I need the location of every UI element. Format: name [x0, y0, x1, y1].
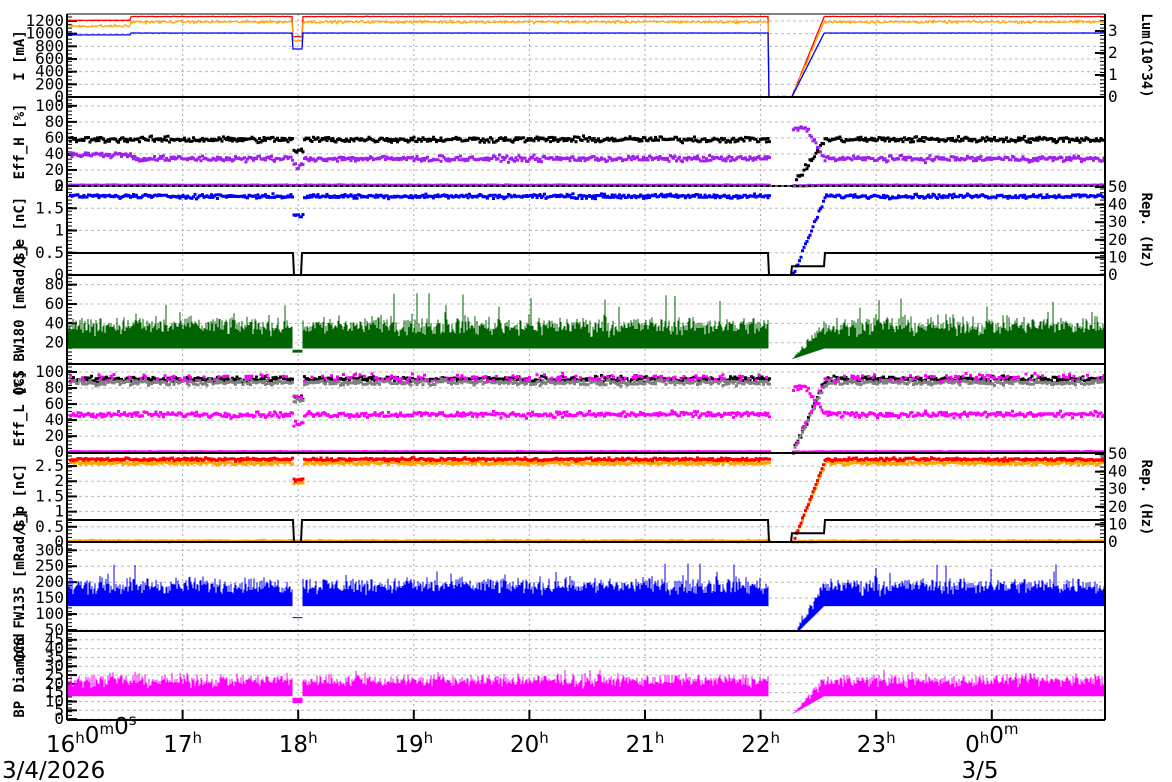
right-y-tick-label: 20	[1108, 497, 1127, 516]
y-tick-label: 45	[45, 630, 64, 649]
y-tick-label: 100	[35, 96, 64, 115]
date-label-next: 3/5	[961, 758, 998, 782]
right-axis-title: Rep. (Hz)	[1138, 193, 1154, 269]
x-tick-label: 0h0m	[965, 720, 1018, 758]
y-tick-label: 20	[45, 333, 64, 352]
right-y-tick-label: 50	[1108, 444, 1127, 463]
right-y-tick-label: 10	[1108, 247, 1127, 266]
y-tick-label: 0.5	[35, 243, 64, 262]
right-y-tick-label: 40	[1108, 195, 1127, 214]
y-tick-label: 40	[45, 313, 64, 332]
panel-effH: 020406080100Eff_H [%]	[12, 96, 1106, 195]
x-tick-label: 21h	[626, 729, 665, 758]
panel-qcsbw: 20406080QCS BW180 [mRad/s]	[12, 244, 1105, 395]
series-points	[69, 456, 1106, 544]
x-tick-label: 17h	[163, 729, 202, 758]
right-y-tick-label: 0	[1108, 265, 1118, 284]
right-y-tick-label: 0	[1108, 532, 1118, 551]
series-bars	[67, 563, 1105, 631]
x-tick-label: 20h	[510, 729, 549, 758]
series-points	[69, 384, 1106, 428]
right-y-tick-label: 20	[1108, 230, 1127, 249]
series-line	[67, 32, 1105, 98]
date-label-start: 3/4/2026	[2, 758, 105, 782]
series-bars	[67, 669, 1105, 715]
y-tick-label: 2	[54, 176, 64, 195]
right-y-tick-label: 1	[1108, 65, 1118, 84]
series-points	[69, 125, 1106, 171]
panel-bp: 051015202530354045BP Diamond	[12, 630, 1105, 728]
right-y-tick-label: 40	[1108, 462, 1127, 481]
y-tick-label: 1.5	[35, 198, 64, 217]
y-tick-label: 1200	[25, 11, 64, 30]
y-axis-title: BP Diamond	[12, 633, 28, 717]
right-y-tick-label: 30	[1108, 212, 1127, 231]
y-tick-label: 300	[35, 540, 64, 559]
series-step	[67, 252, 1105, 276]
right-axis-title: Lum(10^34)	[1138, 13, 1154, 97]
x-tick-label: 19h	[394, 729, 433, 758]
x-tick-label: 18h	[279, 729, 318, 758]
series-step	[67, 519, 1105, 543]
panel-qp: 00.511.522.5Q_p [nC]01020304050Rep. (Hz)	[12, 444, 1154, 551]
right-y-tick-label: 30	[1108, 479, 1127, 498]
x-tick-label: 22h	[741, 729, 780, 758]
right-y-tick-label: 3	[1108, 21, 1118, 40]
series-bars	[67, 293, 1105, 360]
series-points	[69, 459, 1106, 544]
y-tick-label: 80	[45, 275, 64, 294]
y-tick-label: 60	[45, 294, 64, 313]
right-axis-title: Rep. (Hz)	[1138, 460, 1154, 536]
y-tick-label: 100	[35, 362, 64, 381]
panel-current: 020040060080010001200I [mA]0123 Lum(10^34…	[12, 11, 1154, 106]
right-y-tick-label: 0	[1108, 87, 1118, 106]
y-axis-title: Eff_H [%]	[12, 104, 28, 180]
panel-effL: 020406080100Eff_L [%]	[12, 362, 1106, 461]
y-tick-label: 1	[54, 221, 64, 240]
right-y-tick-label: 2	[1108, 43, 1118, 62]
y-tick-label: 2.5	[35, 456, 64, 475]
x-tick-label: 23h	[857, 729, 896, 758]
multi-panel-chart: 020040060080010001200I [mA]0123 Lum(10^34…	[2, 11, 1154, 782]
right-y-tick-label: 50	[1108, 177, 1127, 196]
panel-qe: 00.511.52Q_e [nC]01020304050Rep. (Hz)	[12, 176, 1154, 284]
y-axis-title: Eff_L [%]	[12, 371, 28, 447]
series-points	[69, 192, 1106, 275]
y-axis-title: I [mA]	[12, 30, 28, 81]
right-y-tick-label: 10	[1108, 514, 1127, 533]
series-line	[66, 15, 1106, 98]
